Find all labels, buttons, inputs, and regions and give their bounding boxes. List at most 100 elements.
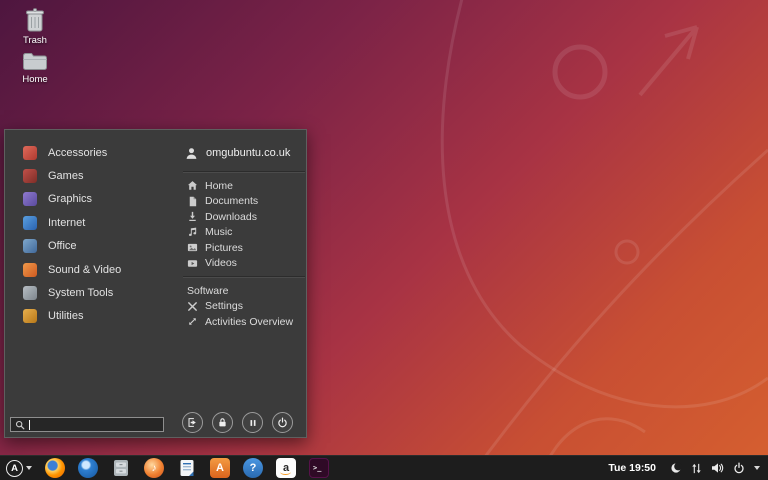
suspend-button[interactable] xyxy=(242,412,263,433)
ubuntu-software-icon[interactable]: A xyxy=(210,458,230,478)
user-account-item[interactable]: omgubuntu.co.uk xyxy=(181,140,307,166)
libreoffice-writer-icon[interactable] xyxy=(177,458,197,478)
applications-menu: Accessories Games Graphics Internet Offi… xyxy=(4,129,307,438)
taskbar-right: Tue 19:50 xyxy=(608,462,768,474)
amazon-icon[interactable]: a xyxy=(276,458,296,478)
power-indicator-icon[interactable] xyxy=(733,462,745,474)
home-icon xyxy=(187,180,198,191)
writer-document-icon xyxy=(177,458,197,478)
shortcut-label: Settings xyxy=(205,300,243,312)
separator xyxy=(183,171,305,173)
picture-icon xyxy=(187,242,198,253)
search-input[interactable] xyxy=(34,419,159,430)
settings-icon xyxy=(187,301,198,312)
rhythmbox-icon[interactable]: ♪ xyxy=(144,458,164,478)
menu-category-games[interactable]: Games xyxy=(5,164,173,187)
place-documents[interactable]: Documents xyxy=(181,194,307,210)
menu-category-utilities[interactable]: Utilities xyxy=(5,305,173,328)
night-light-icon[interactable] xyxy=(670,462,682,474)
terminal-icon[interactable]: >_ xyxy=(309,458,329,478)
firefox-icon[interactable] xyxy=(45,458,65,478)
place-music[interactable]: Music xyxy=(181,225,307,241)
games-icon xyxy=(23,169,37,183)
user-name: omgubuntu.co.uk xyxy=(206,147,290,159)
session-buttons xyxy=(182,412,293,433)
help-icon[interactable]: ? xyxy=(243,458,263,478)
volume-icon[interactable] xyxy=(711,462,724,474)
app-glyph: >_ xyxy=(313,464,321,472)
thunderbird-icon[interactable] xyxy=(78,458,98,478)
network-icon[interactable] xyxy=(691,463,702,474)
menu-category-internet[interactable]: Internet xyxy=(5,211,173,234)
logout-icon xyxy=(187,417,198,428)
clock[interactable]: Tue 19:50 xyxy=(608,462,656,474)
menu-category-office[interactable]: Office xyxy=(5,235,173,258)
desktop: Trash Home Accessories Games Graphics xyxy=(0,0,768,480)
chevron-down-icon xyxy=(26,466,32,470)
menu-category-sound-video[interactable]: Sound & Video xyxy=(5,258,173,281)
place-pictures[interactable]: Pictures xyxy=(181,240,307,256)
office-icon xyxy=(23,239,37,253)
place-label: Videos xyxy=(205,257,237,269)
desktop-icon-label: Trash xyxy=(23,35,47,46)
category-label: Office xyxy=(48,240,77,252)
arc-menu-icon: A xyxy=(6,460,23,477)
user-icon xyxy=(185,147,198,160)
desktop-icon-home[interactable]: Home xyxy=(3,51,67,85)
text-cursor xyxy=(29,420,30,430)
menu-category-system-tools[interactable]: System Tools xyxy=(5,281,173,304)
place-label: Home xyxy=(205,180,233,192)
places-column: omgubuntu.co.uk Home Documents Download xyxy=(181,140,307,330)
shortcut-settings[interactable]: Settings xyxy=(181,299,307,315)
power-button[interactable] xyxy=(272,412,293,433)
amazon-smile xyxy=(280,469,291,475)
system-tools-icon xyxy=(23,286,37,300)
document-icon xyxy=(187,196,198,207)
menu-category-accessories[interactable]: Accessories xyxy=(5,141,173,164)
suspend-icon xyxy=(248,418,258,428)
category-label: Graphics xyxy=(48,193,92,205)
utilities-icon xyxy=(23,309,37,323)
category-label: Internet xyxy=(48,217,85,229)
app-glyph: ♪ xyxy=(152,463,157,474)
desktop-icon-trash[interactable]: Trash xyxy=(3,7,67,46)
video-icon xyxy=(187,258,198,269)
power-icon xyxy=(277,417,288,428)
file-cabinet-icon xyxy=(111,458,131,478)
place-home[interactable]: Home xyxy=(181,178,307,194)
separator xyxy=(183,276,305,278)
menu-search-box[interactable] xyxy=(10,417,164,432)
lock-icon xyxy=(217,417,228,428)
app-glyph: A xyxy=(216,462,224,474)
category-label: Sound & Video xyxy=(48,264,121,276)
category-column: Accessories Games Graphics Internet Offi… xyxy=(5,141,173,328)
system-menu-chevron-icon[interactable] xyxy=(754,466,760,470)
sound-video-icon xyxy=(23,263,37,277)
search-icon xyxy=(15,420,25,430)
trash-icon xyxy=(23,7,47,33)
graphics-icon xyxy=(23,192,37,206)
music-icon xyxy=(187,227,198,238)
taskbar-apps: ♪ A ? a >_ xyxy=(45,458,329,478)
shortcut-label: Activities Overview xyxy=(205,316,293,328)
menu-category-graphics[interactable]: Graphics xyxy=(5,188,173,211)
place-label: Pictures xyxy=(205,242,243,254)
activities-icon xyxy=(187,316,198,327)
place-videos[interactable]: Videos xyxy=(181,256,307,272)
logout-button[interactable] xyxy=(182,412,203,433)
place-label: Documents xyxy=(205,195,258,207)
category-label: Accessories xyxy=(48,147,107,159)
place-label: Downloads xyxy=(205,211,257,223)
files-icon[interactable] xyxy=(111,458,131,478)
shortcut-software[interactable]: Software xyxy=(181,283,307,299)
accessories-icon xyxy=(23,146,37,160)
shortcut-label: Software xyxy=(187,285,228,297)
applications-menu-button[interactable]: A xyxy=(6,460,32,477)
desktop-icon-label: Home xyxy=(22,74,47,85)
internet-icon xyxy=(23,216,37,230)
place-downloads[interactable]: Downloads xyxy=(181,209,307,225)
home-folder-icon xyxy=(22,51,48,72)
lock-button[interactable] xyxy=(212,412,233,433)
shortcut-activities-overview[interactable]: Activities Overview xyxy=(181,314,307,330)
category-label: System Tools xyxy=(48,287,113,299)
